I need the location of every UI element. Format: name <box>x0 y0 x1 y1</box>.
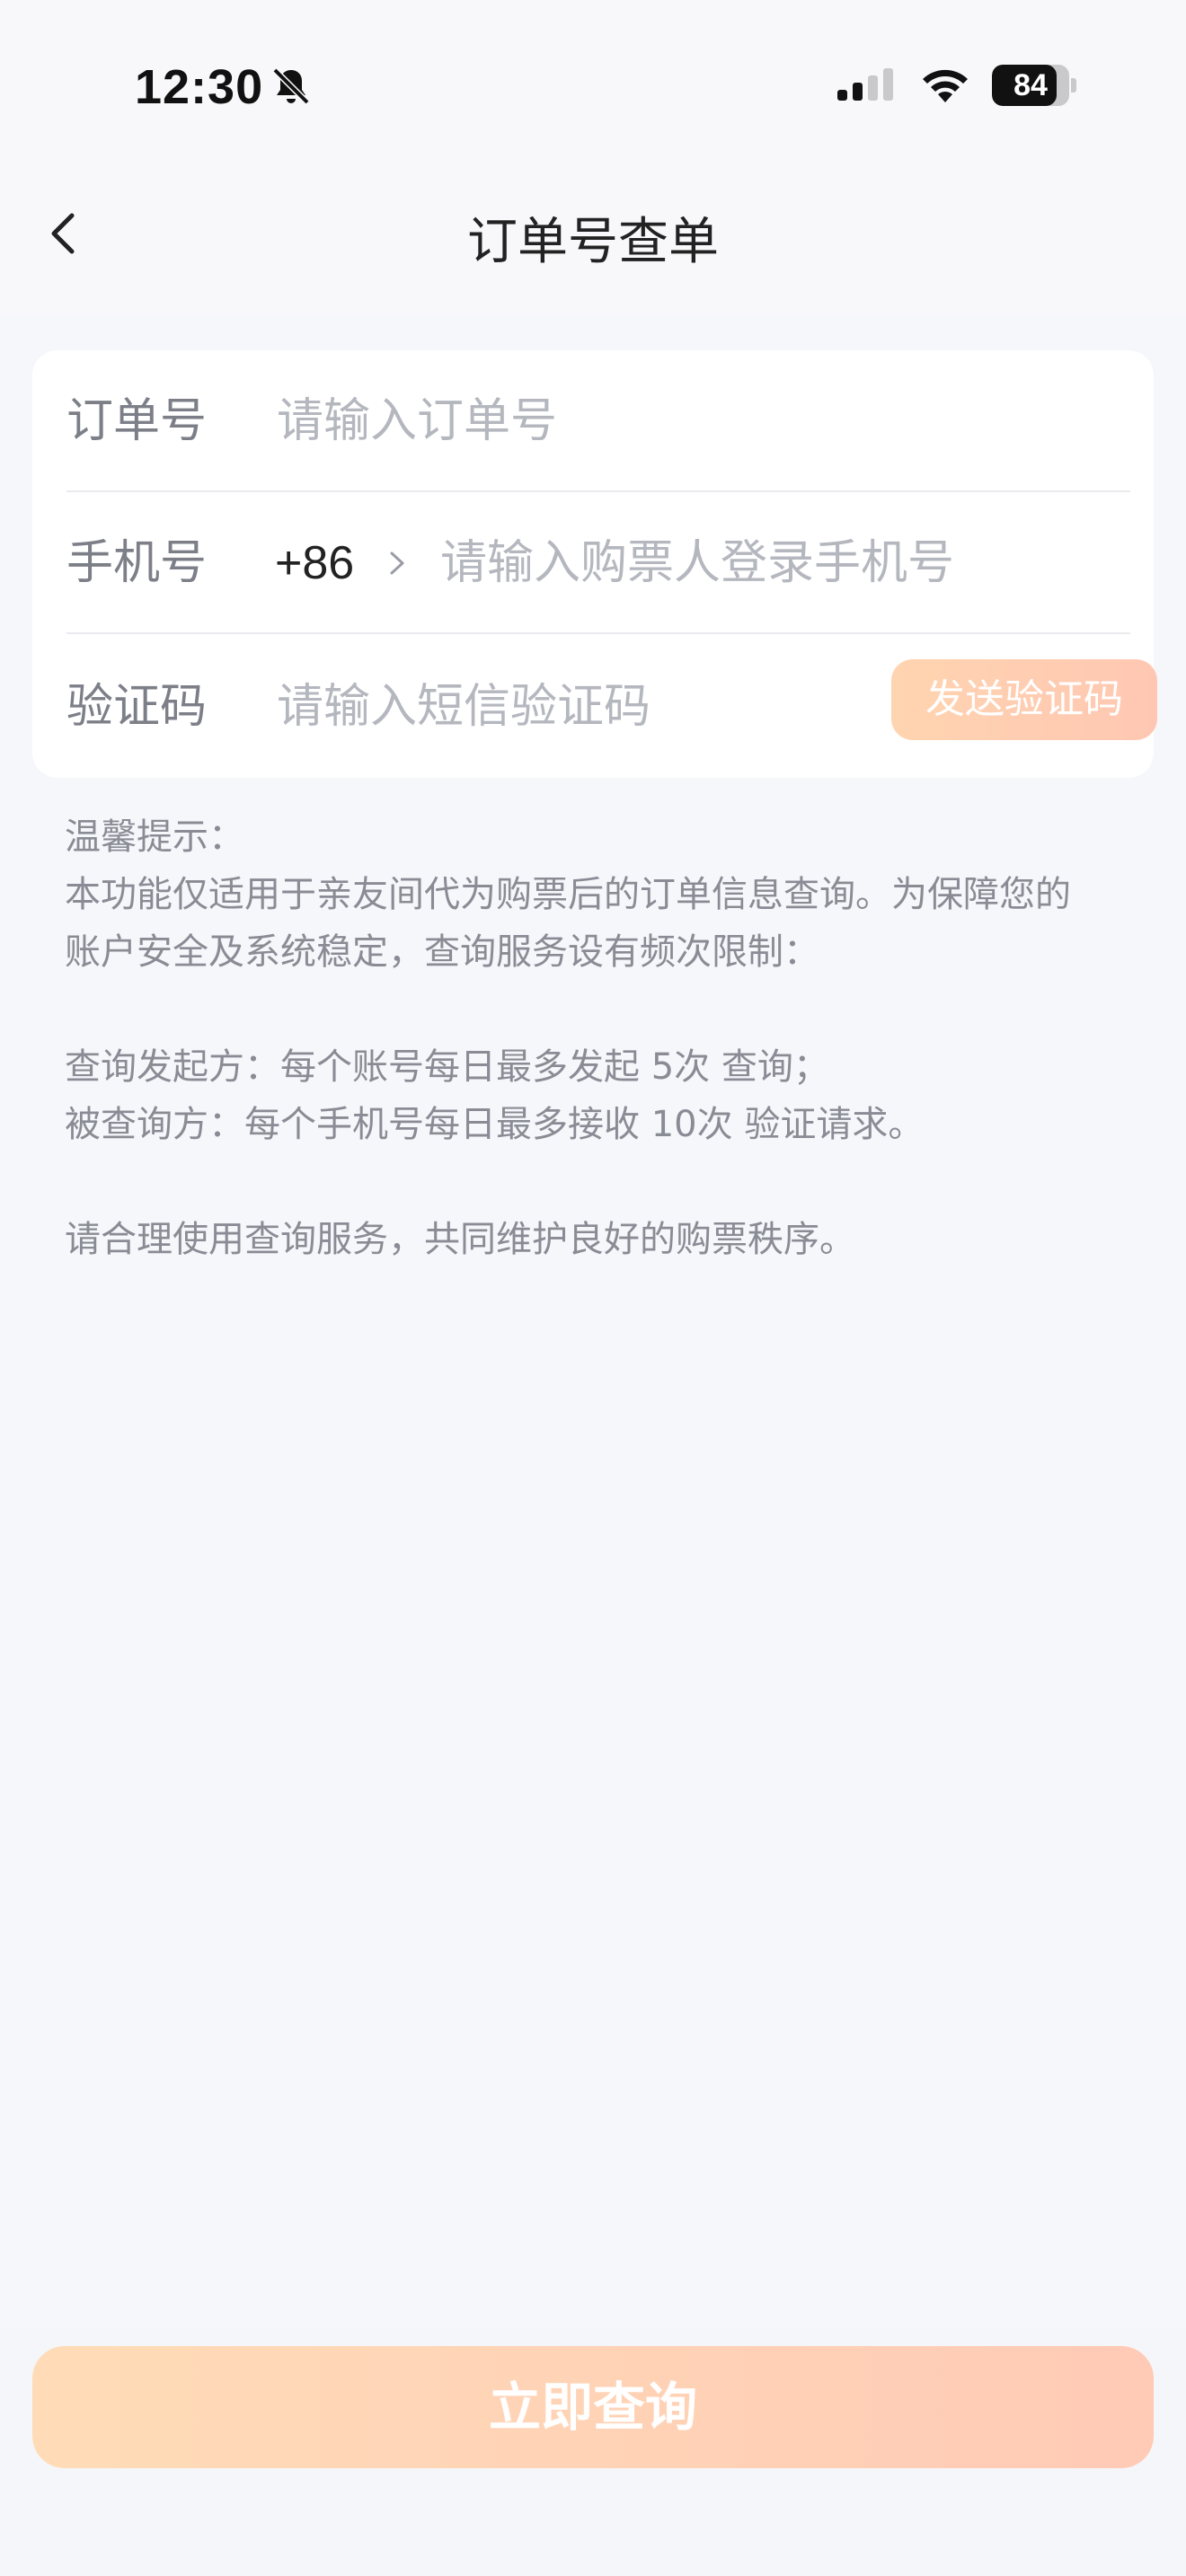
tips-section: 温馨提示： 本功能仅适用于亲友间代为购票后的订单信息查询。为保障您的 账户安全及… <box>65 808 1143 1268</box>
phone-input[interactable]: 请输入购票人登录手机号 <box>440 492 954 634</box>
cellular-signal-icon <box>837 68 893 101</box>
tips-title: 温馨提示： <box>65 816 244 858</box>
nav-bar: 订单号查单 <box>0 171 1186 314</box>
order-number-row: 订单号 请输入订单号 <box>66 350 1130 492</box>
verification-code-input[interactable]: 请输入短信验证码 <box>277 636 651 778</box>
wifi-icon <box>923 69 968 102</box>
tips-text: 账户安全及系统稳定，查询服务设有频次限制： <box>65 931 819 973</box>
page-title: 订单号查单 <box>467 213 719 271</box>
status-bar: 12:30 84 <box>0 0 1186 171</box>
order-number-input[interactable]: 请输入订单号 <box>277 350 557 492</box>
query-button[interactable]: 立即查询 <box>32 2346 1154 2468</box>
phone-label: 手机号 <box>66 536 208 590</box>
verification-code-label: 验证码 <box>66 680 208 734</box>
chevron-left-icon <box>51 213 75 254</box>
tips-text: 查询发起方：每个账号每日最多发起 5次 查询； <box>65 1046 829 1088</box>
back-button[interactable] <box>36 207 90 260</box>
country-code-selector[interactable]: +86 <box>275 492 354 634</box>
battery-indicator: 84 <box>992 65 1076 106</box>
tips-text: 被查询方：每个手机号每日最多接收 10次 验证请求。 <box>65 1104 925 1145</box>
status-time: 12:30 <box>135 60 264 114</box>
verification-code-row: 验证码 请输入短信验证码 发送验证码 <box>66 636 1157 778</box>
tips-text: 本功能仅适用于亲友间代为购票后的订单信息查询。为保障您的 <box>65 874 1071 915</box>
battery-percent: 84 <box>1013 68 1048 102</box>
tips-text: 请合理使用查询服务，共同维护良好的购票秩序。 <box>65 1219 855 1260</box>
bell-muted-icon <box>272 67 310 105</box>
order-number-label: 订单号 <box>66 394 208 448</box>
send-code-button[interactable]: 发送验证码 <box>891 659 1157 740</box>
phone-row: 手机号 +86 请输入购票人登录手机号 <box>66 492 1130 634</box>
chevron-right-icon[interactable] <box>383 546 410 580</box>
query-form-card: 订单号 请输入订单号 手机号 +86 请输入购票人登录手机号 验证码 请输入短信… <box>32 350 1157 778</box>
